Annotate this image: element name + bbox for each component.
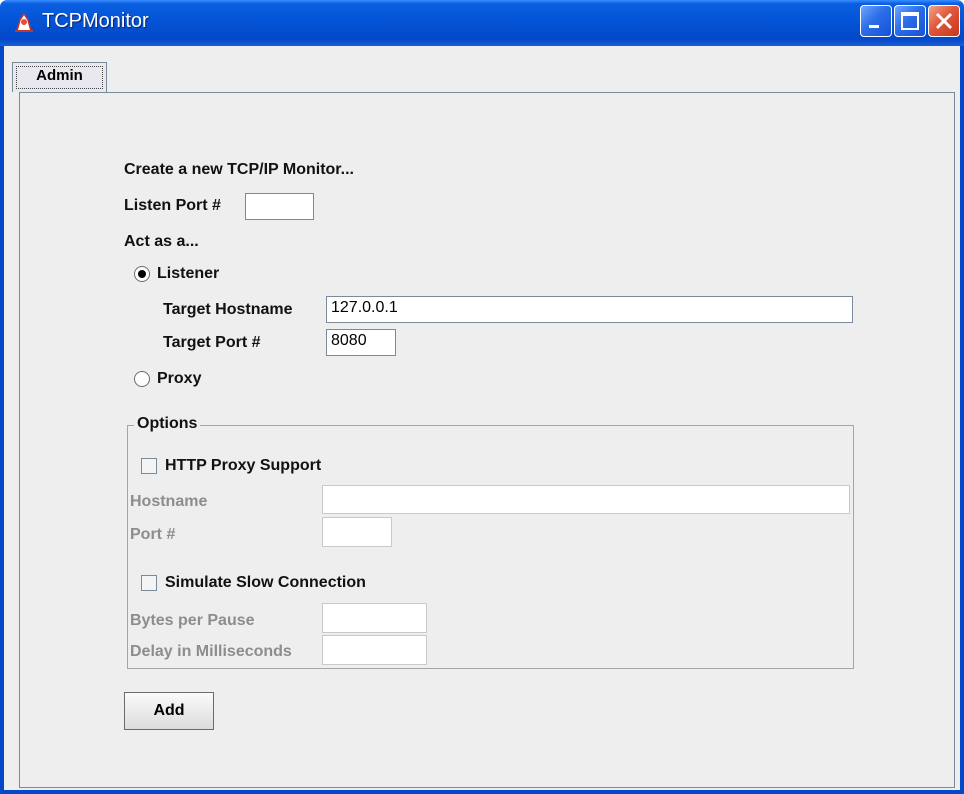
close-button[interactable] [928,5,960,37]
options-group-title: Options [134,415,201,433]
bytes-per-pause-label: Bytes per Pause [130,612,255,629]
act-as-label: Act as a... [124,233,199,250]
http-proxy-support-checkbox[interactable] [141,458,157,474]
proxy-hostname-label: Hostname [130,493,208,510]
window-frame-right [960,46,964,794]
title-bar[interactable]: TCPMonitor [0,0,964,46]
app-icon[interactable] [12,11,36,35]
add-button[interactable]: Add [124,692,214,730]
minimize-icon [869,25,879,28]
window-title: TCPMonitor [42,10,149,32]
form-heading: Create a new TCP/IP Monitor... [124,161,354,178]
close-icon [935,12,953,30]
tab-admin[interactable]: Admin [12,62,107,92]
listen-port-input[interactable] [245,193,314,220]
delay-ms-label: Delay in Milliseconds [130,643,292,660]
target-port-input[interactable]: 8080 [326,329,396,356]
window-frame-bottom [0,790,964,794]
listener-radio[interactable] [134,266,150,282]
http-proxy-support-label: HTTP Proxy Support [165,457,322,474]
tab-admin-label: Admin [36,67,83,84]
radio-selected-dot [138,270,146,278]
maximize-button[interactable] [894,5,926,37]
bytes-per-pause-input[interactable] [322,603,427,633]
proxy-hostname-input[interactable] [322,485,850,514]
maximize-icon [901,12,919,30]
delay-ms-input[interactable] [322,635,427,665]
listener-label: Listener [157,265,220,282]
target-port-label: Target Port # [163,334,261,351]
target-hostname-label: Target Hostname [163,301,293,318]
proxy-port-label: Port # [130,526,176,543]
add-button-label: Add [153,702,185,719]
target-hostname-input[interactable]: 127.0.0.1 [326,296,853,323]
simulate-slow-connection-label: Simulate Slow Connection [165,574,366,591]
minimize-button[interactable] [860,5,892,37]
proxy-label: Proxy [157,370,202,387]
listen-port-label: Listen Port # [124,197,221,214]
proxy-port-input[interactable] [322,517,392,547]
simulate-slow-connection-checkbox[interactable] [141,575,157,591]
proxy-radio[interactable] [134,371,150,387]
